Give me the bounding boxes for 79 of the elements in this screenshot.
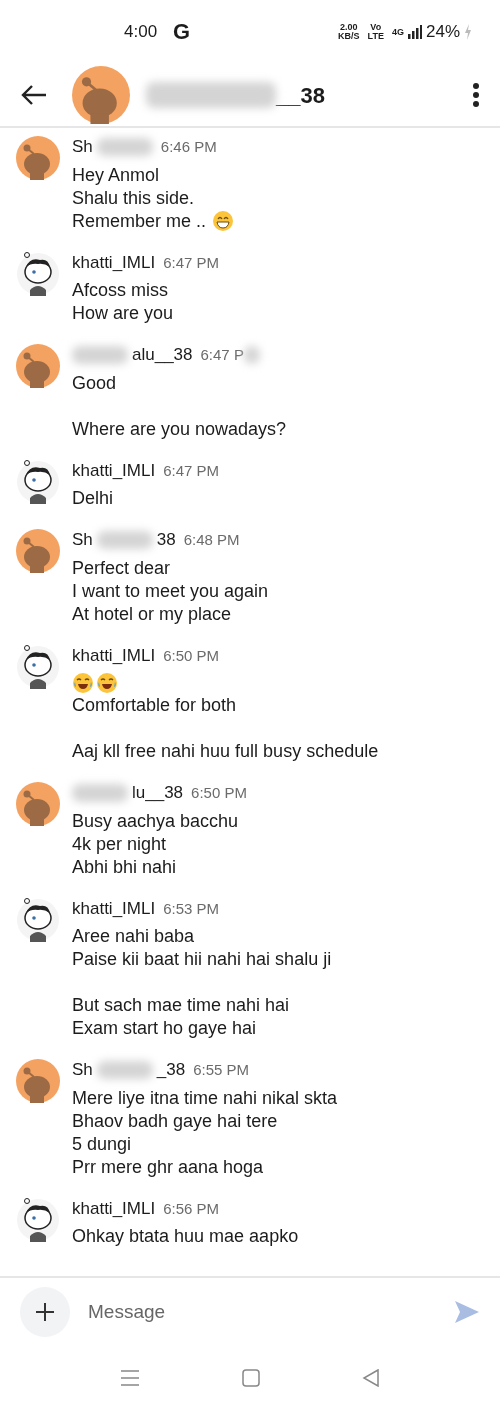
message-time: 6:47 PM bbox=[163, 252, 220, 273]
message-time: 6:48 PM bbox=[183, 530, 240, 550]
volte-label: LTE bbox=[367, 32, 384, 41]
sender-name: 38 bbox=[156, 529, 176, 552]
message-time: 6:47 P bbox=[200, 345, 244, 365]
message-text: 5 dungi bbox=[72, 1132, 133, 1156]
message-text: Aree nahi baba bbox=[72, 925, 196, 948]
plus-icon bbox=[35, 1302, 55, 1322]
message-text: Comfortable for both bbox=[72, 694, 238, 717]
message-text: Mere liye itna time nahi nikal skta bbox=[72, 1086, 338, 1110]
message-text: Exam start ho gaye hai bbox=[72, 1017, 258, 1040]
sender-name: khatti_IMLI bbox=[72, 1197, 156, 1220]
avatar-icon bbox=[16, 459, 60, 504]
sender-name: Sh bbox=[72, 136, 93, 159]
message-text: 4k per night bbox=[72, 832, 168, 856]
message-text: Prr mere ghr aana hoga bbox=[72, 1155, 265, 1179]
laughing-emoji-icon bbox=[96, 672, 118, 694]
message-text: Perfect dear bbox=[72, 556, 172, 580]
chat-title: __38 bbox=[276, 81, 325, 110]
grinning-emoji-icon bbox=[212, 210, 235, 232]
message-text: Afcoss miss bbox=[72, 279, 169, 302]
avatar-icon bbox=[16, 251, 60, 296]
sender-name: khatti_IMLI bbox=[72, 644, 156, 667]
message-text: But sach mae time nahi hai bbox=[72, 994, 291, 1017]
sender-name: Sh bbox=[72, 529, 93, 552]
message-time: 6:53 PM bbox=[163, 898, 220, 919]
message-time: 6:55 PM bbox=[193, 1060, 250, 1080]
message-text: Busy aachya bacchu bbox=[72, 809, 240, 833]
google-letter: G bbox=[173, 17, 191, 46]
message-time: 6:56 PM bbox=[163, 1198, 220, 1219]
battery-text: 24% bbox=[425, 21, 460, 44]
back-icon[interactable] bbox=[20, 83, 48, 107]
message-text: Ohkay btata huu mae aapko bbox=[72, 1225, 299, 1248]
home-icon[interactable] bbox=[242, 1369, 260, 1387]
avatar-icon bbox=[16, 782, 60, 826]
sender-name: _38 bbox=[156, 1059, 186, 1082]
avatar-icon bbox=[16, 529, 60, 573]
message-time: 6:46 PM bbox=[160, 137, 217, 157]
message-text: Where are you nowadays? bbox=[72, 417, 287, 441]
sender-name: Sh bbox=[72, 1059, 93, 1082]
message-time: 6:47 PM bbox=[163, 460, 220, 481]
message-input[interactable]: Message bbox=[86, 1296, 438, 1328]
message-text: At hotel or my place bbox=[72, 602, 233, 626]
avatar-icon bbox=[16, 897, 60, 942]
speed-unit: KB/S bbox=[338, 32, 360, 41]
add-button[interactable] bbox=[20, 1287, 70, 1337]
message-text: Aaj kll free nahi huu full busy schedule bbox=[72, 740, 379, 763]
avatar-icon bbox=[16, 1059, 60, 1103]
clock-text: 4:00 bbox=[124, 21, 158, 44]
sender-name: lu__38 bbox=[132, 782, 184, 805]
message-text: Abhi bhi nahi bbox=[72, 855, 178, 879]
avatar-icon bbox=[72, 66, 130, 124]
avatar-icon bbox=[16, 644, 60, 689]
message-text: How are you bbox=[72, 302, 175, 325]
sender-name: alu__38 bbox=[132, 344, 193, 367]
send-icon[interactable] bbox=[454, 1300, 480, 1324]
sender-name: khatti_IMLI bbox=[72, 459, 156, 482]
laughing-emoji-icon bbox=[72, 672, 94, 694]
signal-icon bbox=[407, 25, 422, 39]
avatar-icon bbox=[16, 344, 60, 388]
avatar-icon bbox=[16, 136, 60, 180]
message-text: Bhaov badh gaye hai tere bbox=[72, 1109, 279, 1133]
network-speed: 2.00 bbox=[339, 23, 359, 32]
message-time: 6:50 PM bbox=[163, 645, 220, 666]
message-text: Paise kii baat hii nahi hai shalu ji bbox=[72, 948, 332, 971]
sender-name: khatti_IMLI bbox=[72, 251, 156, 274]
avatar-icon bbox=[16, 1197, 60, 1242]
menu-icon[interactable] bbox=[120, 1369, 140, 1387]
sender-name: khatti_IMLI bbox=[72, 897, 156, 920]
message-text: Remember me .. bbox=[72, 209, 207, 233]
message-text: Good bbox=[72, 371, 118, 395]
more-options-icon[interactable] bbox=[472, 82, 480, 108]
message-time: 6:50 PM bbox=[191, 783, 247, 803]
network-type: 4G bbox=[391, 27, 404, 37]
message-text: Delhi bbox=[72, 487, 115, 510]
volte-label: Vo bbox=[369, 23, 383, 32]
message-text: I want to meet you again bbox=[72, 579, 269, 603]
message-text: Hey Anmol bbox=[72, 163, 161, 187]
message-text: Shalu this side. bbox=[72, 186, 196, 210]
